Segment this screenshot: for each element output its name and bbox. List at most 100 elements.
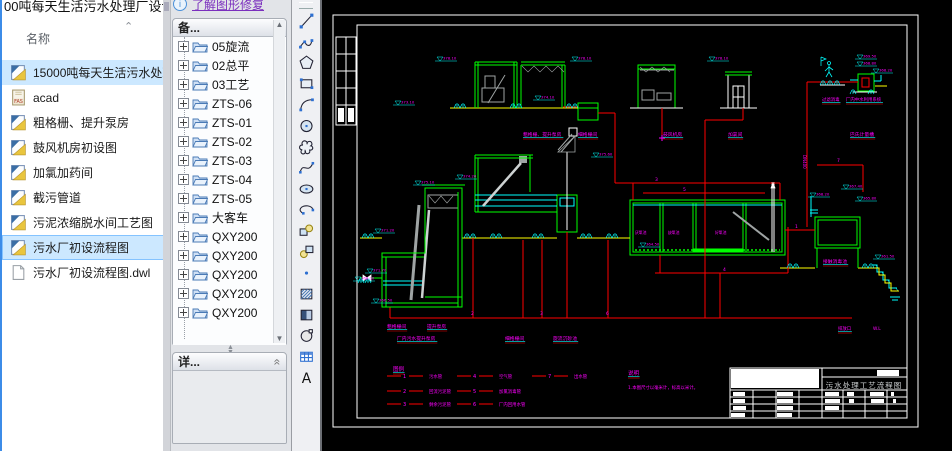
gradient-tool-button[interactable]	[293, 304, 319, 325]
ellipse-arc-tool-button[interactable]	[293, 199, 319, 220]
expand-plus-icon[interactable]	[178, 212, 189, 223]
expand-plus-icon[interactable]	[178, 174, 189, 185]
spline-icon	[298, 161, 314, 174]
tree-item[interactable]: QXY200	[173, 265, 286, 284]
tree-item[interactable]: ZTS-01	[173, 113, 286, 132]
file-row[interactable]: 粗格栅、提升泵房	[2, 110, 163, 135]
backup-files-header[interactable]: 备... «	[173, 19, 286, 37]
expand-plus-icon[interactable]	[178, 288, 189, 299]
svg-text:污水管: 污水管	[429, 373, 443, 380]
expand-plus-icon[interactable]	[178, 117, 189, 128]
expand-plus-icon[interactable]	[178, 60, 189, 71]
dwg-file-icon	[11, 240, 26, 256]
tree-item[interactable]: QXY200	[173, 303, 286, 322]
svg-text:W.L: W.L	[873, 326, 881, 332]
folder-icon	[192, 232, 208, 243]
rectangle-tool-button[interactable]	[293, 73, 319, 94]
tree-item[interactable]: 03工艺	[173, 75, 286, 94]
cad-canvas[interactable]: 378.10 378.10 373.10 374.10 378.10 375.10 374.…	[322, 0, 952, 451]
arc-tool-button[interactable]	[293, 94, 319, 115]
svg-text:5: 5	[683, 187, 686, 193]
svg-text:374.10: 374.10	[541, 95, 555, 100]
make-block-tool-button[interactable]	[293, 241, 319, 262]
expand-plus-icon[interactable]	[178, 250, 189, 261]
tree-item[interactable]: ZTS-04	[173, 170, 286, 189]
svg-text:图例: 图例	[393, 365, 405, 373]
expand-plus-icon[interactable]	[178, 193, 189, 204]
svg-text:回流污泥管: 回流污泥管	[429, 388, 452, 395]
line-tool-button[interactable]	[293, 10, 319, 31]
sort-ascending-icon[interactable]: ⌃	[124, 20, 133, 33]
expand-plus-icon[interactable]	[178, 41, 189, 52]
file-row[interactable]: 污水厂初设流程图	[2, 235, 163, 260]
mtext-tool-button[interactable]: A	[293, 367, 319, 388]
expand-plus-icon[interactable]	[178, 79, 189, 90]
region-icon	[300, 329, 313, 342]
revcloud-tool-button[interactable]	[293, 136, 319, 157]
folder-icon	[192, 137, 208, 148]
table-tool-button[interactable]	[293, 346, 319, 367]
file-row[interactable]: 15000吨每天生活污水处理	[2, 60, 163, 85]
column-header-name[interactable]: 名称	[26, 30, 50, 47]
insert-block-tool-button[interactable]	[293, 220, 319, 241]
table-icon	[299, 351, 313, 362]
svg-text:厂内回用水管: 厂内回用水管	[499, 401, 526, 408]
ellipse-tool-button[interactable]	[293, 178, 319, 199]
tree-item-label: QXY200	[212, 229, 258, 244]
file-row[interactable]: 鼓风机房初设图	[2, 135, 163, 160]
hatch-tool-button[interactable]	[293, 283, 319, 304]
svg-text:4: 4	[723, 267, 726, 273]
polyline-tool-button[interactable]	[293, 31, 319, 52]
rectangle-icon	[299, 78, 313, 90]
svg-text:细格栅间: 细格栅间	[578, 131, 597, 138]
cad-drawing-area[interactable]: 378.10 378.10 373.10 374.10 378.10 375.10 374.…	[322, 0, 952, 451]
svg-text:3: 3	[655, 177, 658, 183]
svg-text:2: 2	[471, 311, 474, 317]
region-tool-button[interactable]	[293, 325, 319, 346]
svg-text:2: 2	[403, 389, 406, 395]
expand-plus-icon[interactable]	[178, 307, 189, 318]
svg-text:旋流沉砂池: 旋流沉砂池	[553, 335, 577, 342]
spline-tool-button[interactable]	[293, 157, 319, 178]
tree-item[interactable]: ZTS-05	[173, 189, 286, 208]
tree-item[interactable]: QXY200	[173, 246, 286, 265]
file-name: 15000吨每天生活污水处理	[33, 66, 163, 80]
point-tool-button[interactable]	[293, 262, 319, 283]
tree-item[interactable]: ZTS-03	[173, 151, 286, 170]
tree-item-label: ZTS-01	[212, 115, 253, 130]
toolbar-grip[interactable]	[299, 2, 313, 9]
palette-titlebar[interactable]	[163, 0, 171, 451]
file-row[interactable]: 污泥浓缩脱水间工艺图	[2, 210, 163, 235]
scroll-up-icon[interactable]: ▲	[276, 20, 284, 29]
scroll-down-icon[interactable]: ▼	[276, 334, 284, 343]
tree-item[interactable]: QXY200	[173, 284, 286, 303]
svg-text:371.70: 371.70	[373, 268, 387, 273]
tree-item[interactable]: 05旋流	[173, 37, 286, 56]
recovery-help-link[interactable]: 了解图形修复	[192, 0, 264, 13]
folder-icon	[192, 118, 208, 129]
tree-item[interactable]: 大客车	[173, 208, 286, 227]
file-row[interactable]: FAS acad	[2, 85, 163, 110]
expand-plus-icon[interactable]	[178, 269, 189, 280]
svg-text:375.10: 375.10	[421, 180, 435, 185]
tree-item[interactable]: 02总平	[173, 56, 286, 75]
expand-plus-icon[interactable]	[178, 231, 189, 242]
expand-plus-icon[interactable]	[178, 155, 189, 166]
folder-icon	[192, 213, 208, 224]
file-row[interactable]: 污水厂初设流程图.dwl	[2, 260, 163, 285]
folder-icon	[192, 175, 208, 186]
file-row[interactable]: 截污管道	[2, 185, 163, 210]
collapse-chevron-icon[interactable]: «	[271, 358, 285, 365]
polygon-tool-button[interactable]	[293, 52, 319, 73]
circle-tool-button[interactable]	[293, 115, 319, 136]
svg-text:缺氧池: 缺氧池	[668, 230, 680, 235]
details-header[interactable]: 详... «	[173, 353, 286, 371]
file-row[interactable]: 加氯加药间	[2, 160, 163, 185]
tree-item[interactable]: ZTS-06	[173, 94, 286, 113]
expand-plus-icon[interactable]	[178, 136, 189, 147]
tree-scrollbar[interactable]: ▲ ▼	[273, 20, 285, 343]
svg-text:364.50: 364.50	[646, 242, 660, 247]
tree-item[interactable]: ZTS-02	[173, 132, 286, 151]
tree-item[interactable]: QXY200	[173, 227, 286, 246]
expand-plus-icon[interactable]	[178, 98, 189, 109]
